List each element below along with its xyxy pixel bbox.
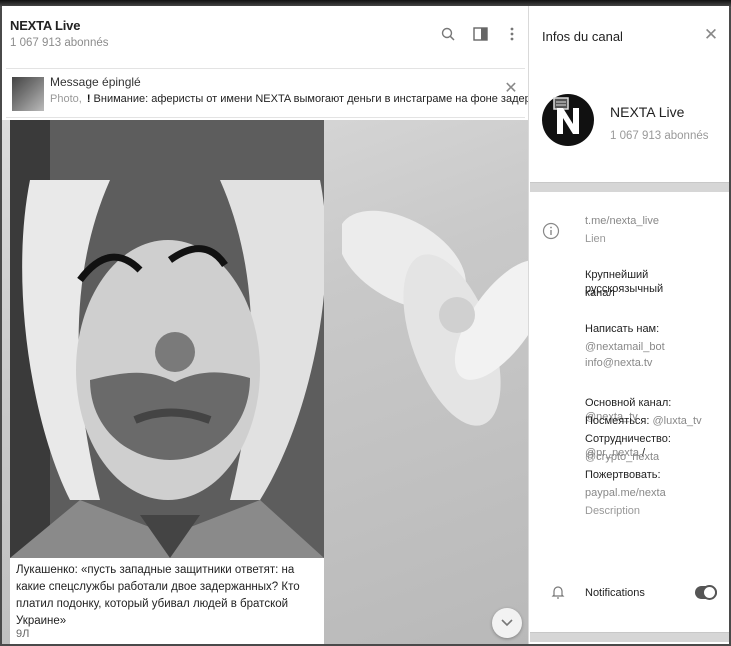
notifications-label: Notifications <box>585 587 645 599</box>
search-icon[interactable] <box>439 25 457 43</box>
close-icon[interactable]: ✕ <box>703 26 719 43</box>
pinned-preview-text: Внимание: аферисты от имени NEXTA вымога… <box>93 93 529 105</box>
main-channel-label: Основной канал: <box>585 397 672 409</box>
chat-header[interactable]: NEXTA Live 1 067 913 abonnés <box>2 6 528 66</box>
sidebar-toggle-icon[interactable] <box>471 25 489 43</box>
post-text: Лукашенко: «пусть западные защитники отв… <box>16 564 300 627</box>
cooperation-label: Сотрудничество: <box>585 433 671 445</box>
chat-pane: NEXTA Live 1 067 913 abonnés Message épi… <box>2 6 529 644</box>
channel-post[interactable]: Лукашенко: «пусть западные защитники отв… <box>10 120 324 644</box>
description-caption: Description <box>585 505 641 517</box>
crypto-link[interactable]: @crypto_nexta <box>585 450 725 464</box>
channel-info-pane: Infos du canal ✕ NEXTA Live 1 067 913 ab… <box>530 6 729 644</box>
chevron-down-icon <box>501 619 513 627</box>
write-us-label: Написать нам: <box>585 323 660 335</box>
channel-profile: NEXTA Live 1 067 913 abonnés <box>530 66 729 182</box>
pinned-thumbnail <box>12 77 44 111</box>
fun-link[interactable]: @luxta_tv <box>653 415 702 427</box>
channel-avatar[interactable] <box>542 94 594 146</box>
notifications-row[interactable]: Notifications <box>530 562 729 622</box>
post-photo[interactable] <box>10 120 324 558</box>
more-vertical-icon[interactable] <box>503 25 521 43</box>
fun-label: Посмеяться: <box>585 415 650 427</box>
section-divider-bottom <box>530 632 729 642</box>
bell-icon <box>551 586 565 599</box>
pinned-texts: Message épinglé Photo, ! Внимание: аферис… <box>50 75 529 105</box>
link-caption: Lien <box>585 233 606 245</box>
description-line-2: канал <box>585 287 615 299</box>
pinned-message-bar[interactable]: Message épinglé Photo, ! Внимание: аферис… <box>6 68 528 118</box>
alert-mark: ! <box>86 93 91 105</box>
fun-line: Посмеяться: @luxta_tv <box>585 414 725 428</box>
close-icon[interactable]: ✕ <box>503 81 519 97</box>
email-link[interactable]: info@nexta.tv <box>585 356 725 370</box>
mail-bot-link[interactable]: @nextamail_bot <box>585 340 725 354</box>
info-icon <box>542 222 560 240</box>
wallpaper-flower <box>342 210 528 426</box>
scroll-down-button[interactable] <box>492 608 522 638</box>
channel-link[interactable]: t.me/nexta_live <box>585 214 725 228</box>
channel-subscriber-count: 1 067 913 abonnés <box>610 130 709 142</box>
post-views: 9Л <box>16 628 30 640</box>
pinned-preview: Photo, ! Внимание: аферисты от имени NEXT… <box>50 93 529 105</box>
section-divider <box>530 182 729 192</box>
pinned-label: Message épinglé <box>50 75 141 89</box>
info-header-title: Infos du canal <box>542 29 623 44</box>
header-actions <box>439 25 521 43</box>
telegram-window: NEXTA Live 1 067 913 abonnés Message épi… <box>2 6 729 644</box>
notifications-toggle[interactable] <box>695 585 717 600</box>
channel-name: NEXTA Live <box>610 104 685 120</box>
donate-link[interactable]: paypal.me/nexta <box>585 486 725 500</box>
donate-label: Пожертвовать: <box>585 469 661 481</box>
chat-messages-area: Лукашенко: «пусть западные защитники отв… <box>2 120 528 644</box>
pinned-media-type: Photo, <box>50 93 82 105</box>
toggle-knob <box>702 585 717 600</box>
